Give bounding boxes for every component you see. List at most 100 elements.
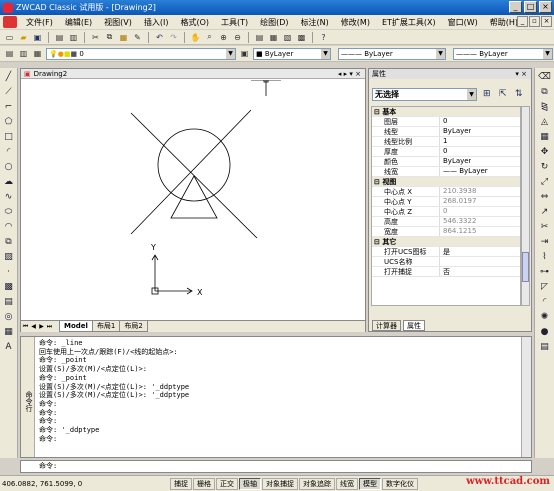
quick-select-icon[interactable]: ⊞ (483, 89, 491, 99)
property-row[interactable]: 厚度 0 (372, 147, 520, 157)
menu-format[interactable]: 格式(O) (174, 17, 215, 28)
line-icon[interactable]: ╱ (3, 71, 14, 82)
menu-et-tools[interactable]: ET扩展工具(X) (376, 17, 442, 28)
layer-previous-icon[interactable]: ▦ (32, 48, 43, 59)
ellipse-icon[interactable]: ⬭ (3, 206, 14, 217)
join-icon[interactable]: ⊶ (539, 266, 550, 277)
selection-combo[interactable]: 无选择 ▼ (372, 88, 477, 101)
fillet-icon[interactable]: ◜ (539, 296, 550, 307)
tab-model[interactable]: Model (59, 321, 93, 332)
doc-minimize-button[interactable]: _ (517, 16, 528, 27)
property-row[interactable]: 中心点 Z0 (372, 207, 520, 217)
table-icon[interactable]: ▦ (3, 326, 14, 337)
circle-entity[interactable] (157, 128, 231, 202)
match-properties-icon[interactable]: ✎ (132, 32, 143, 43)
doc-close-button[interactable]: × (541, 16, 552, 27)
explode-icon[interactable]: ✺ (539, 311, 550, 322)
status-toggle[interactable]: 正交 (216, 477, 238, 490)
status-toggle[interactable]: 极轴 (239, 477, 261, 490)
make-current-icon[interactable]: ▣ (239, 48, 250, 59)
tab-first-icon[interactable]: ⏮ (22, 323, 29, 331)
property-row[interactable]: 中心点 X 210.3938 (372, 187, 520, 197)
rotate-icon[interactable]: ↻ (539, 161, 550, 172)
tab-last-icon[interactable]: ⏭ (46, 323, 53, 331)
menu-insert[interactable]: 插入(I) (138, 17, 175, 28)
print-preview-icon[interactable]: ▥ (68, 32, 79, 43)
property-row[interactable]: 宽度 864.1215 (372, 227, 520, 237)
layer-state-icon[interactable]: ▥ (18, 48, 29, 59)
gradient-icon[interactable]: ▤ (3, 296, 14, 307)
menu-tools[interactable]: 工具(T) (215, 17, 254, 28)
property-value[interactable]: ByLayer (440, 157, 471, 166)
property-row[interactable]: 打开捕捉否 (372, 267, 520, 277)
revcloud-icon[interactable]: ☁ (3, 176, 14, 187)
move-icon[interactable]: ✥ (539, 146, 550, 157)
properties-edit-icon[interactable]: ▤ (539, 341, 550, 352)
tab-layout2[interactable]: 布局2 (119, 321, 148, 332)
design-center-icon[interactable]: ▦ (268, 32, 279, 43)
region-icon[interactable]: ◎ (3, 311, 14, 322)
lengthen-icon[interactable]: ↗ (539, 206, 550, 217)
property-value[interactable]: —— ByLayer (440, 167, 488, 176)
close-button[interactable]: × (539, 1, 552, 13)
drawing-nav-icons[interactable]: ◂ ▸ ▾ × (338, 70, 361, 78)
property-value[interactable]: 210.3938 (440, 187, 476, 196)
property-row[interactable]: 线型比例 1 (372, 137, 520, 147)
open-icon[interactable]: ▰ (18, 32, 29, 43)
polyline-icon[interactable]: ⌐ (3, 101, 14, 112)
tab-next-icon[interactable]: ▶ (38, 323, 45, 331)
insert-block-icon[interactable]: ⧉ (3, 236, 14, 247)
copy-icon[interactable]: ⧉ (104, 32, 115, 43)
property-value[interactable]: 268.0197 (440, 197, 476, 206)
mtext-icon[interactable]: A (3, 341, 14, 352)
property-row[interactable]: 高度 546.3322 (372, 217, 520, 227)
property-row[interactable]: 图层 0 (372, 117, 520, 127)
status-toggle[interactable]: 捕捉 (170, 477, 192, 490)
layer-manager-icon[interactable]: ▤ (4, 48, 15, 59)
menu-file[interactable]: 文件(F) (20, 17, 59, 28)
panel-close-icon[interactable]: ▾ × (515, 70, 527, 78)
undo-icon[interactable]: ↶ (154, 32, 165, 43)
property-row[interactable]: UCS名称 (372, 257, 520, 267)
status-toggle[interactable]: 栅格 (193, 477, 215, 490)
property-row[interactable]: 线型 ByLayer (372, 127, 520, 137)
stretch-icon[interactable]: ⇔ (539, 191, 550, 202)
paste-icon[interactable]: ▦ (118, 32, 129, 43)
new-icon[interactable]: ▭ (4, 32, 15, 43)
property-value[interactable]: 0 (440, 117, 447, 126)
pickadd-icon[interactable]: ⇅ (515, 89, 523, 99)
zoom-window-icon[interactable]: ⊕ (218, 32, 229, 43)
tab-properties[interactable]: 属性 (403, 319, 425, 331)
zoom-previous-icon[interactable]: ⊖ (232, 32, 243, 43)
polygon-icon[interactable]: ⬠ (3, 116, 14, 127)
break-icon[interactable]: ⌇ (539, 251, 550, 262)
property-value[interactable]: 546.3322 (440, 217, 476, 226)
chamfer-icon[interactable]: ◸ (539, 281, 550, 292)
property-value[interactable]: 1 (440, 137, 447, 146)
property-row[interactable]: 颜色 ByLayer (372, 157, 520, 167)
point-icon[interactable]: · (3, 266, 14, 277)
print-icon[interactable]: ▤ (54, 32, 65, 43)
property-scrollbar[interactable] (521, 106, 530, 306)
status-toggle[interactable]: 数字化仪 (382, 477, 418, 490)
make-block-icon[interactable]: ▨ (3, 251, 14, 262)
erase-icon[interactable]: ⌫ (538, 71, 551, 82)
menu-window[interactable]: 窗口(W) (442, 17, 484, 28)
drawing-title[interactable]: Drawing2 (34, 70, 68, 78)
minimize-button[interactable]: _ (509, 1, 522, 13)
array-icon[interactable]: ▦ (539, 131, 550, 142)
arc-icon[interactable]: ◜ (3, 146, 14, 157)
tab-calculator[interactable]: 计算器 (372, 319, 401, 331)
calculator-icon[interactable]: ▩ (296, 32, 307, 43)
save-icon[interactable]: ▣ (32, 32, 43, 43)
pan-icon[interactable]: ✋ (190, 32, 201, 43)
property-category[interactable]: ⊟ 基本 (372, 107, 520, 117)
command-input[interactable]: 命令: (20, 460, 532, 473)
extend-icon[interactable]: ⇥ (539, 236, 550, 247)
property-value[interactable]: 是 (440, 247, 450, 256)
select-objects-icon[interactable]: ⇱ (499, 89, 507, 99)
status-toggle[interactable]: 模型 (359, 477, 381, 490)
tab-layout1[interactable]: 布局1 (91, 321, 121, 332)
ray-icon[interactable]: ⟋ (3, 86, 14, 97)
menu-edit[interactable]: 编辑(E) (59, 17, 98, 28)
